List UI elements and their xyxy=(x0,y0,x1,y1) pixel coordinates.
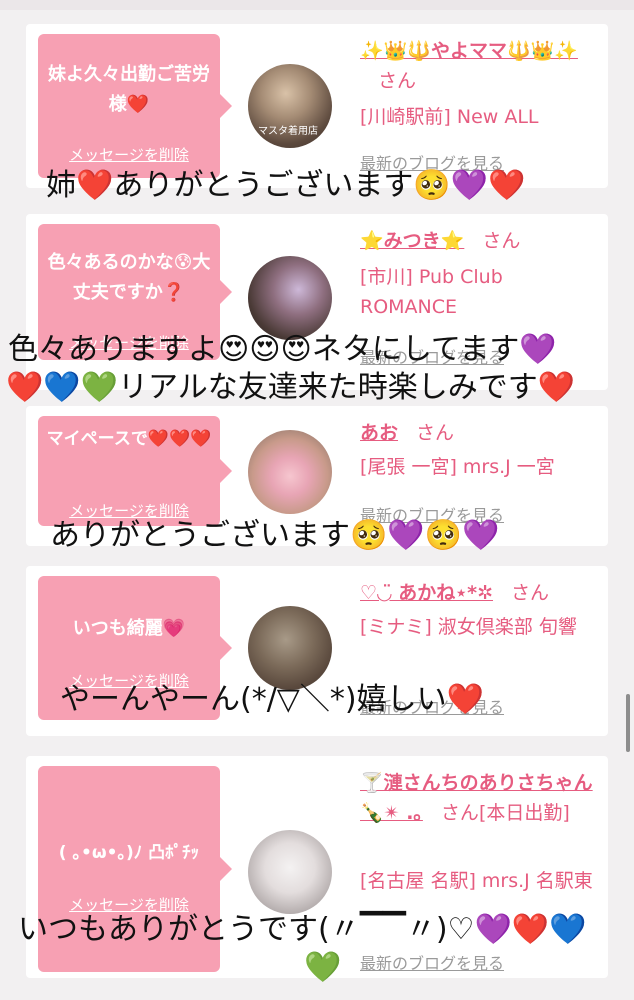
scrollbar[interactable] xyxy=(626,694,630,752)
shop-label: [ミナミ] 淑女倶楽部 旬響 xyxy=(360,616,577,638)
delete-message-link[interactable]: メッセージを削除 xyxy=(38,144,220,165)
sender-name[interactable]: ✨👑🔱やよママ🔱👑✨ さん xyxy=(360,36,596,96)
sender-name-link[interactable]: ⭐️みつき⭐️ xyxy=(360,230,464,252)
shop-label: [尾張 一宮] mrs.J 一宮 xyxy=(360,456,555,478)
honorific: さん xyxy=(440,802,479,824)
overlay-comment: 姉❤️ありがとうございます🥺💜❤️ xyxy=(46,168,526,203)
overlay-comment-line2: ❤️💙💚リアルな友達来た時楽しみです❤️ xyxy=(6,370,576,405)
top-divider xyxy=(0,0,634,10)
blog-link[interactable]: 最新のブログを見る xyxy=(360,950,504,974)
sender-name[interactable]: ♡◡̈ あかね⋆*✲ さん xyxy=(360,578,596,608)
honorific: さん xyxy=(511,582,550,604)
sender-name-link[interactable]: ✨👑🔱やよママ🔱👑✨ xyxy=(360,40,578,62)
avatar[interactable] xyxy=(248,256,332,340)
overlay-comment: ありがとうございます🥺💜🥺💜 xyxy=(50,518,500,553)
avatar[interactable] xyxy=(248,606,332,690)
message-text: 妹よ久々出勤ご苦労様❤️ xyxy=(48,64,210,115)
honorific: さん xyxy=(416,422,455,444)
shop-label: [名古屋 名駅] mrs.J 名駅東 xyxy=(360,870,593,892)
overlay-comment: やーんやーん(*/▽＼*)嬉しい❤️ xyxy=(60,682,484,717)
avatar[interactable] xyxy=(248,830,332,914)
overlay-comment: いつもありがとうです(〃▔▔〃)♡💜❤️💙 xyxy=(18,912,587,947)
sender-name-link[interactable]: あお xyxy=(360,422,398,444)
message-text: いつも綺麗💗 xyxy=(72,618,186,639)
sender-name[interactable]: 🍸漣さんちのありさちゃん🍾✴︎ .｡ さん[本日出勤] xyxy=(360,768,596,828)
message-bubble: 妹よ久々出勤ご苦労様❤️ メッセージを削除 xyxy=(38,34,232,178)
message-text: マイペースで❤️❤️❤️ xyxy=(46,429,212,449)
avatar[interactable] xyxy=(248,430,332,514)
message-text: 色々あるのかな😰大丈夫ですか❓ xyxy=(47,252,211,303)
sender-name-link[interactable]: ♡◡̈ あかね⋆*✲ xyxy=(360,582,493,604)
overlay-comment-line2: 💚 xyxy=(304,950,342,985)
message-card: 妹よ久々出勤ご苦労様❤️ メッセージを削除 マスタ着用店 ✨👑🔱やよママ🔱👑✨ さ… xyxy=(26,24,608,188)
sender-name[interactable]: ⭐️みつき⭐️ さん xyxy=(360,226,596,256)
avatar[interactable]: マスタ着用店 xyxy=(248,64,332,148)
shop-label: [川崎駅前] New ALL xyxy=(360,106,539,128)
shop-label: [市川] Pub Club ROMANCE xyxy=(360,266,503,318)
sender-name[interactable]: あお さん xyxy=(360,418,596,448)
avatar-caption: マスタ着用店 xyxy=(258,126,318,137)
message-text: ( ｡•ω•｡)ﾉ 凸ﾎﾟﾁｯ xyxy=(58,843,200,863)
overlay-comment: 色々ありますよ😍😍😍ネタにしてます💜 xyxy=(8,332,557,367)
honorific: さん xyxy=(378,70,417,92)
message-bubble: マイペースで❤️❤️❤️ メッセージを削除 xyxy=(38,416,232,526)
shop-prefix: [本日出勤] xyxy=(478,802,570,824)
honorific: さん xyxy=(482,230,521,252)
